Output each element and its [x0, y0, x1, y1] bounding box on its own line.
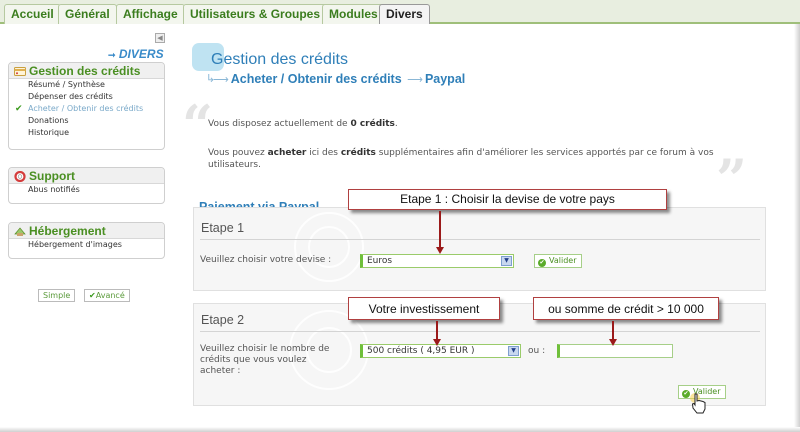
checkmark-icon: ✔ — [89, 291, 96, 300]
sidebar-item-hebergement-images[interactable]: Hébergement d'images — [9, 239, 164, 251]
step2-title: Etape 2 — [201, 313, 245, 327]
or-label: ou : — [528, 346, 546, 356]
shadow-edge — [794, 24, 800, 432]
chevron-down-icon[interactable]: ▼ — [508, 346, 519, 356]
arrow-right-icon: ➞ — [108, 50, 116, 60]
annotation-arrow — [436, 321, 438, 341]
shadow-edge — [0, 427, 800, 432]
page-title: Gestion des crédits — [211, 51, 348, 68]
breadcrumb-item[interactable]: Acheter / Obtenir des crédits — [231, 72, 402, 86]
sidebar-item-acheter[interactable]: ✔ Acheter / Obtenir des crédits — [9, 103, 164, 115]
credit-amount-select[interactable]: 500 crédits ( 4,95 EUR ) ▼ — [360, 344, 521, 358]
lifebuoy-icon — [14, 171, 26, 182]
panel-support: Support Abus notifiés — [8, 167, 165, 204]
custom-credit-input[interactable] — [557, 344, 673, 358]
divider — [200, 331, 760, 332]
panel-gestion-credits: Gestion des crédits Résumé / Synthèse Dé… — [8, 62, 165, 150]
arrow-down-icon — [433, 339, 441, 346]
sidebar-item-historique[interactable]: Historique — [9, 127, 164, 139]
simple-mode-button[interactable]: Simple — [38, 289, 76, 302]
intro-text: Vous pouvez acheter ici des crédits supp… — [208, 148, 714, 158]
step1-validate-button[interactable]: ✔ Valider — [534, 254, 582, 268]
arrow-down-icon — [436, 247, 444, 254]
tab-general[interactable]: Général — [58, 4, 117, 24]
panel-header: Hébergement — [9, 223, 164, 239]
panel-header: Gestion des crédits — [9, 63, 164, 79]
balance-text: Vous disposez actuellement de 0 crédits. — [208, 119, 398, 129]
currency-select[interactable]: Euros ▼ — [360, 254, 514, 268]
tab-divers[interactable]: Divers — [379, 4, 430, 24]
annotation-callout: Etape 1 : Choisir la devise de votre pay… — [348, 189, 667, 210]
annotation-arrow — [612, 321, 614, 341]
arrow-right-icon: ↳ — [206, 73, 216, 85]
sidebar-item-abus[interactable]: Abus notifiés — [9, 184, 164, 196]
check-circle-icon: ✔ — [538, 259, 546, 267]
hosting-icon — [14, 227, 26, 236]
hand-cursor-icon — [690, 393, 706, 414]
panel-hebergement: Hébergement Hébergement d'images — [8, 222, 165, 259]
checkmark-icon: ✔ — [15, 104, 23, 114]
sidebar-section-label: ➞ DIVERS — [108, 47, 164, 61]
arrow-right-icon: ⟶ — [213, 74, 229, 86]
divider — [200, 239, 760, 240]
arrow-down-icon — [609, 339, 617, 346]
step1-title: Etape 1 — [201, 221, 245, 235]
tab-modules[interactable]: Modules — [322, 4, 385, 24]
step1-box — [193, 207, 766, 291]
top-nav: Accueil Général Affichage Utilisateurs &… — [0, 0, 800, 24]
tab-accueil[interactable]: Accueil — [4, 4, 61, 24]
annotation-arrow — [439, 211, 441, 249]
sidebar-item-resume[interactable]: Résumé / Synthèse — [9, 79, 164, 91]
credit-amount-label: Veuillez choisir le nombre de crédits qu… — [200, 344, 330, 376]
breadcrumb: ↳ ⟶ Acheter / Obtenir des crédits ⟶ Paypal — [206, 72, 466, 86]
close-quote-icon: ” — [716, 147, 748, 211]
currency-label: Veuillez choisir votre devise : — [200, 255, 332, 265]
chevron-down-icon[interactable]: ▼ — [501, 256, 512, 266]
tab-utilisateurs-groupes[interactable]: Utilisateurs & Groupes — [183, 4, 328, 24]
sidebar-item-donations[interactable]: Donations — [9, 115, 164, 127]
tab-affichage[interactable]: Affichage — [116, 4, 185, 24]
intro-text-continued: utilisateurs. — [208, 160, 261, 170]
arrow-right-icon: ⟶ — [407, 74, 423, 86]
annotation-callout: Votre investissement — [348, 297, 500, 320]
advanced-mode-button[interactable]: ✔Avancé — [84, 289, 130, 302]
sidebar-item-depenser[interactable]: Dépenser des crédits — [9, 91, 164, 103]
card-icon — [14, 67, 26, 76]
breadcrumb-item: Paypal — [424, 72, 466, 86]
annotation-callout: ou somme de crédit > 10 000 — [533, 297, 719, 320]
check-circle-icon: ✔ — [682, 390, 690, 398]
panel-header: Support — [9, 168, 164, 184]
collapse-sidebar-button[interactable]: ◀ — [155, 33, 165, 43]
